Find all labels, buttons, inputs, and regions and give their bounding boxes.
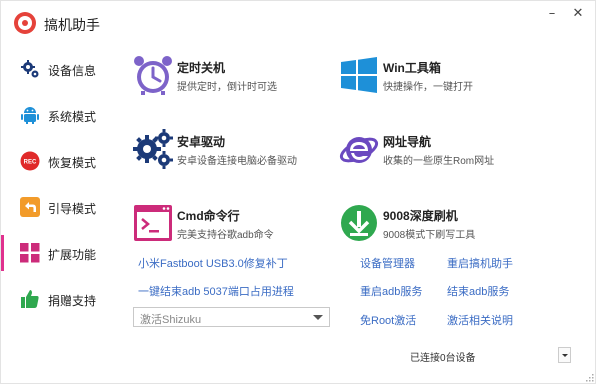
tile-title: 网址导航 [383,135,432,149]
tile-timed-shutdown[interactable]: 定时关机 提供定时，倒计时可选 [133,55,333,103]
app-window: 搞机助手 – ✕ 设备信息 系统模式 REC 恢复模式 引导模式 扩展功能 捐赠… [0,0,596,384]
tile-desc: 安卓设备连接电脑必备驱动 [177,156,297,167]
chevron-down-icon [313,315,323,320]
rec-icon: REC [20,151,40,171]
sidebar-item-donate[interactable]: 捐赠支持 [1,277,119,321]
link-fastboot-patch[interactable]: 小米Fastboot USB3.0修复补丁 [138,255,288,271]
sidebar-item-label: 设备信息 [48,64,97,78]
shizuku-select-value: 激活Shizuku [140,314,202,326]
grid-icon [20,243,40,263]
link-restart-adb[interactable]: 重启adb服务 [360,283,422,299]
tile-desc: 提供定时，倒计时可选 [177,82,277,93]
sidebar-item-extensions[interactable]: 扩展功能 [1,231,119,275]
tile-title: Cmd命令行 [177,209,240,223]
tile-url-navigation[interactable]: 网址导航 收集的一些原生Rom网址 [339,129,539,177]
sidebar-item-label: 扩展功能 [48,248,97,262]
app-title: 搞机助手 [44,17,100,33]
tile-cmd[interactable]: Cmd命令行 完美支持谷歌adb命令 [133,203,333,251]
sidebar-item-label: 捐赠支持 [48,294,97,308]
link-restart-app[interactable]: 重启搞机助手 [447,255,513,271]
close-icon[interactable]: ✕ [569,5,587,23]
thumbs-up-icon [21,290,39,308]
link-device-manager[interactable]: 设备管理器 [360,255,415,271]
tile-title: 安卓驱动 [177,135,226,149]
device-status: 已连接0台设备 [410,353,476,364]
sidebar-item-recovery-mode[interactable]: REC 恢复模式 [1,139,119,183]
title-bar: 搞机助手 – ✕ [1,1,597,45]
tile-android-driver[interactable]: 安卓驱动 安卓设备连接电脑必备驱动 [133,129,333,177]
tile-title: 9008深度刷机 [383,209,458,223]
tile-desc: 完美支持谷歌adb命令 [177,230,274,241]
svg-text:REC: REC [24,160,37,166]
tile-desc: 收集的一些原生Rom网址 [383,156,495,167]
windows-icon [341,57,377,93]
link-kill-adb-port[interactable]: 一键结束adb 5037端口占用进程 [138,283,294,299]
tile-win-toolbox[interactable]: Win工具箱 快捷操作，一键打开 [339,55,539,103]
resize-grip-icon[interactable] [584,372,594,382]
link-stop-adb[interactable]: 结束adb服务 [447,283,509,299]
shizuku-select[interactable]: 激活Shizuku [133,307,330,327]
sidebar: 设备信息 系统模式 REC 恢复模式 引导模式 扩展功能 捐赠支持 [1,45,119,345]
back-arrow-icon [20,197,40,217]
sidebar-item-label: 系统模式 [48,110,97,124]
gears-icon [133,129,173,169]
sidebar-item-boot-mode[interactable]: 引导模式 [1,185,119,229]
tile-9008-flash[interactable]: 9008深度刷机 9008模式下刷写工具 [339,203,539,251]
tile-desc: 快捷操作，一键打开 [383,82,473,93]
tile-title: Win工具箱 [383,61,441,75]
sidebar-item-label: 引导模式 [48,202,97,216]
tile-title: 定时关机 [177,61,226,75]
terminal-icon [134,205,172,241]
android-icon [21,107,39,124]
download-icon [341,205,377,241]
tile-desc: 9008模式下刷写工具 [383,230,476,241]
sidebar-item-label: 恢复模式 [48,156,97,170]
app-logo-icon [14,12,36,34]
link-activate-help[interactable]: 激活相关说明 [447,312,513,328]
sidebar-item-device-info[interactable]: 设备信息 [1,47,119,91]
gears-icon [21,60,39,78]
minimize-icon[interactable]: – [543,5,561,23]
sidebar-item-system-mode[interactable]: 系统模式 [1,93,119,137]
link-root-free-activate[interactable]: 免Root激活 [360,312,416,328]
device-dropdown[interactable] [558,347,571,363]
browser-e-icon [339,137,379,163]
alarm-clock-icon [134,56,172,95]
